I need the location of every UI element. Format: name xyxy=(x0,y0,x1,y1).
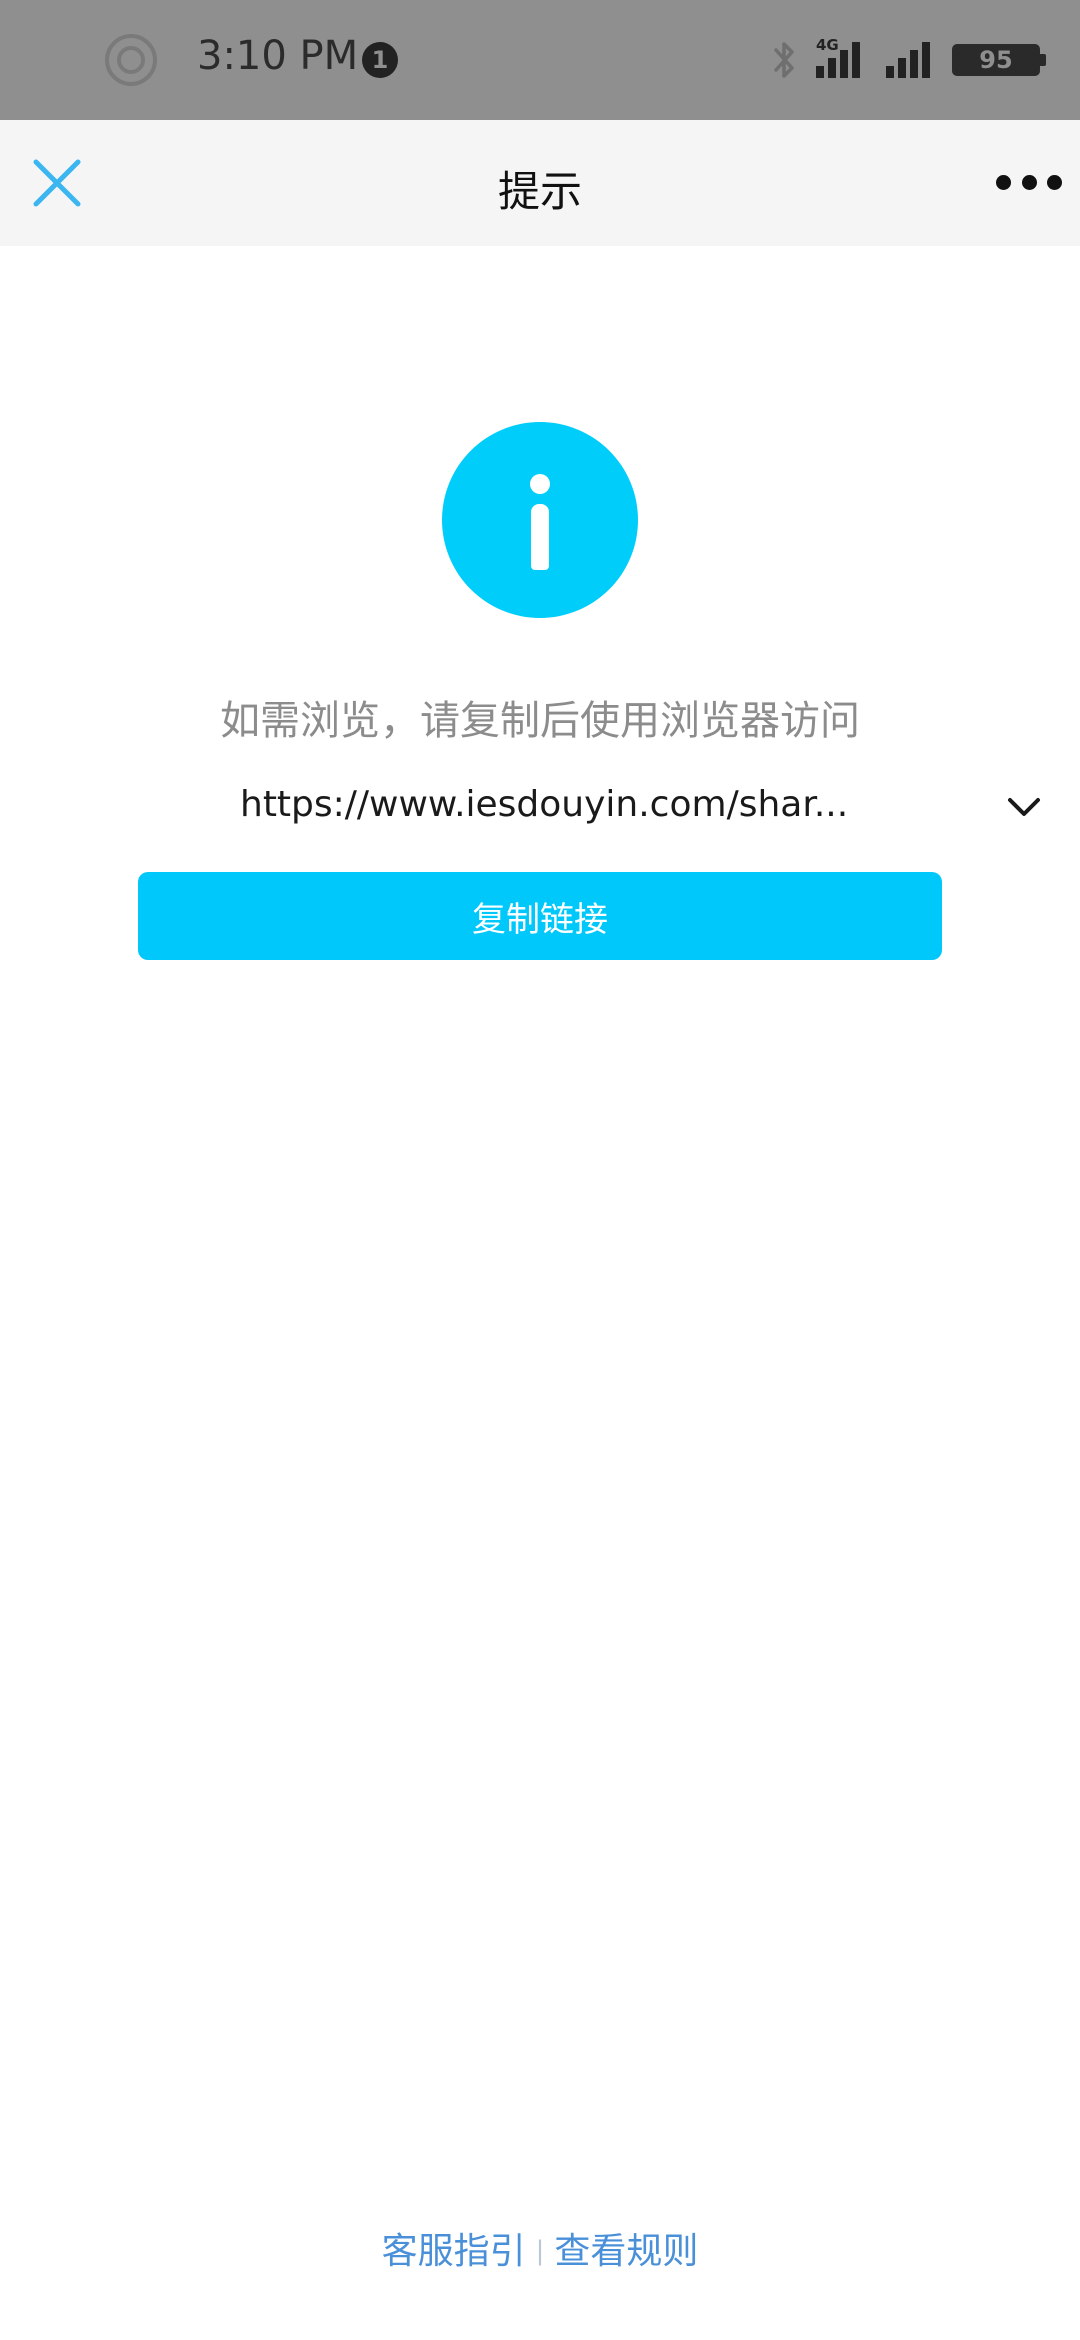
notification-badge: 1 xyxy=(362,42,398,78)
service-guide-link[interactable]: 客服指引 xyxy=(382,2231,526,2272)
footer-links: 客服指引 | 查看规则 xyxy=(0,2222,1080,2274)
footer-separator: | xyxy=(535,2236,545,2266)
chevron-down-icon[interactable] xyxy=(1004,792,1044,820)
battery-indicator: 95 xyxy=(952,44,1046,76)
more-menu-button[interactable] xyxy=(996,162,1062,202)
nav-bar: 提示 xyxy=(0,120,1080,246)
signal-strength-sim2-icon xyxy=(886,42,930,78)
info-dot xyxy=(530,474,550,494)
more-dot-icon xyxy=(1047,174,1062,190)
signal-strength-icon xyxy=(816,42,860,78)
more-dot-icon xyxy=(1021,174,1037,190)
view-rules-link[interactable]: 查看规则 xyxy=(554,2231,698,2272)
info-icon xyxy=(442,422,638,618)
url-text: https://www.iesdouyin.com/shar... xyxy=(240,784,849,825)
url-row[interactable]: https://www.iesdouyin.com/shar... xyxy=(0,780,1080,832)
status-time: 3:10 PM xyxy=(197,33,359,79)
more-dot-icon xyxy=(996,174,1011,190)
status-bar: 3:10 PM 1 4G 95 xyxy=(0,0,1080,120)
copy-link-button[interactable]: 复制链接 xyxy=(138,872,942,960)
bluetooth-icon xyxy=(774,42,794,78)
page-title: 提示 xyxy=(497,167,582,216)
hint-text: 如需浏览，请复制后使用浏览器访问 xyxy=(220,698,860,744)
camera-ring-icon xyxy=(105,34,157,86)
info-bar xyxy=(531,504,549,570)
